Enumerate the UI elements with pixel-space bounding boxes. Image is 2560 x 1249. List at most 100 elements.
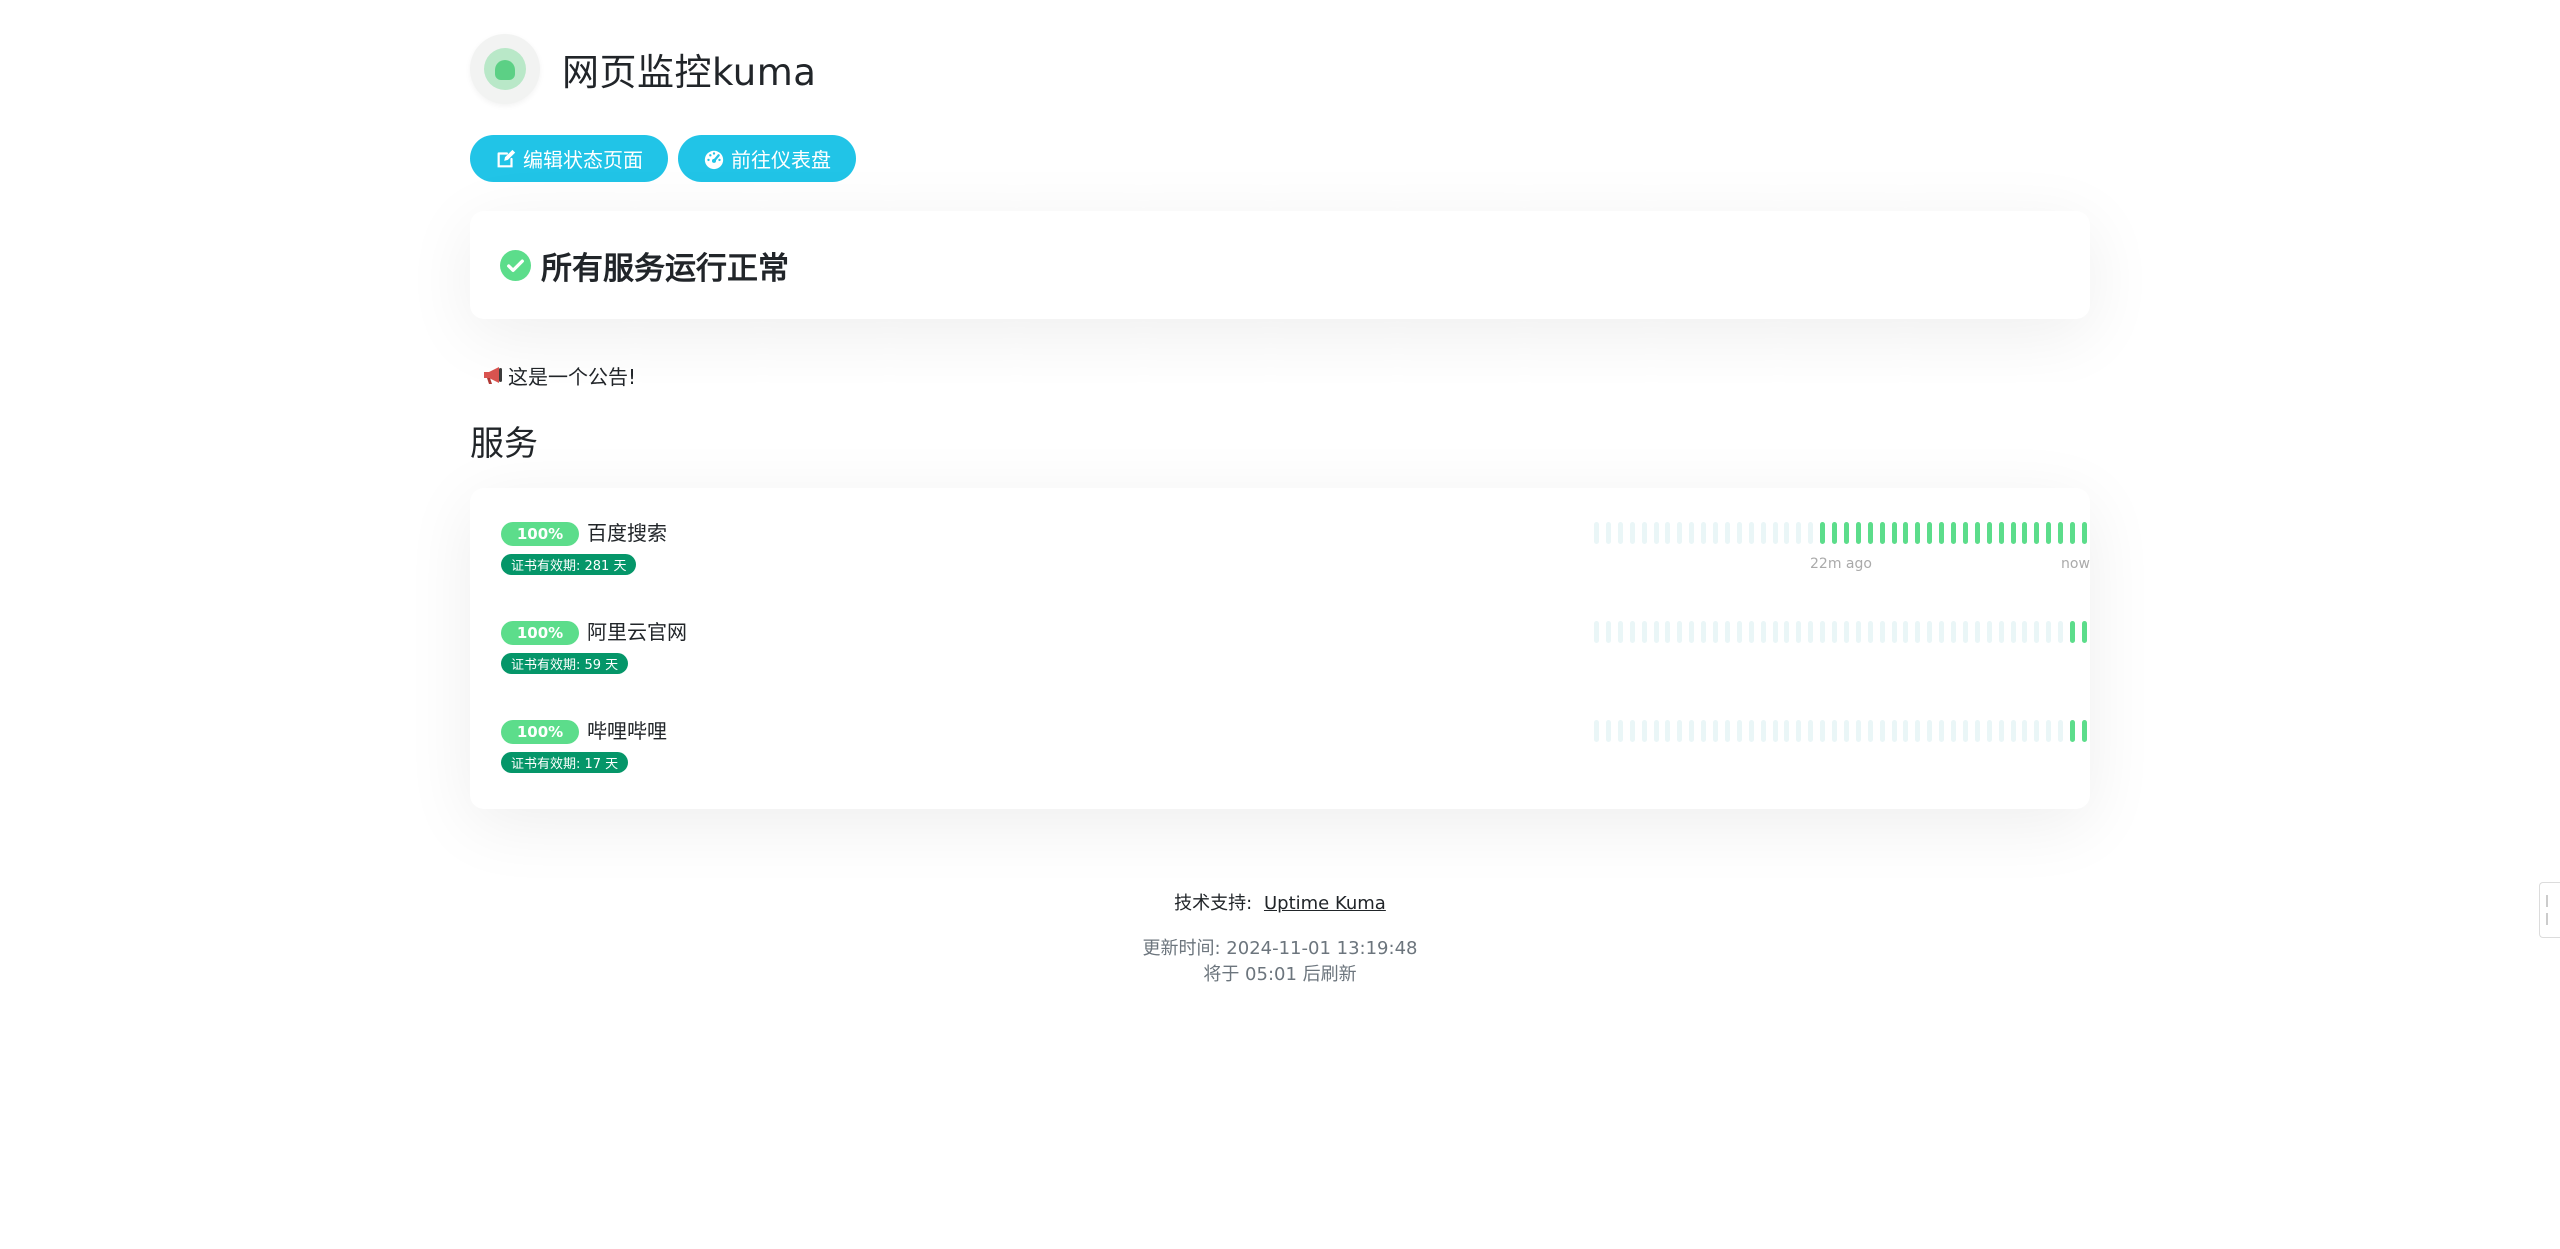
- heartbeat-empty: [1617, 720, 1623, 742]
- heartbeat-empty: [1629, 720, 1635, 742]
- heartbeat-empty: [1594, 621, 1599, 643]
- uptime-badge: 100%: [501, 522, 579, 546]
- heartbeat-empty: [1689, 720, 1695, 742]
- service-row[interactable]: 100% 阿里云官网 证书有效期: 59 天: [501, 587, 2087, 674]
- heartbeat-empty: [1641, 522, 1647, 544]
- heartbeat-empty: [1748, 522, 1754, 544]
- heartbeat-empty: [1689, 621, 1695, 643]
- cert-expiry-badge: 证书有效期: 17 天: [501, 752, 629, 773]
- heartbeat-up: [1986, 522, 1992, 544]
- powered-by-label: 技术支持:: [1174, 893, 1253, 914]
- heartbeat-empty: [1748, 720, 1754, 742]
- heartbeat-empty: [1736, 720, 1742, 742]
- heartbeat-empty: [1808, 522, 1814, 544]
- services-section-title: 服务: [470, 424, 538, 464]
- heartbeat-empty: [1701, 720, 1707, 742]
- heartbeat-empty: [1701, 621, 1707, 643]
- heartbeat-empty: [1617, 621, 1623, 643]
- heartbeat-empty: [1927, 621, 1933, 643]
- heartbeat-empty: [1867, 720, 1873, 742]
- heartbeat-empty: [1939, 720, 1945, 742]
- heartbeat-empty: [1724, 522, 1730, 544]
- heartbeat-up: [1891, 522, 1897, 544]
- overall-status-text: 所有服务运行正常: [541, 250, 789, 287]
- service-row[interactable]: 100% 哔哩哔哩 证书有效期: 17 天: [501, 686, 2087, 773]
- heartbeat-empty: [1808, 720, 1814, 742]
- heartbeat-empty: [2058, 621, 2064, 643]
- heartbeat-empty: [1665, 522, 1671, 544]
- heartbeat-empty: [1689, 522, 1695, 544]
- heartbeat-empty: [1605, 621, 1611, 643]
- heartbeat-empty: [1605, 720, 1611, 742]
- heartbeat-empty: [1594, 522, 1599, 544]
- heartbeat-empty: [2022, 720, 2028, 742]
- heartbeat-empty: [1641, 720, 1647, 742]
- heartbeat-up: [1915, 522, 1921, 544]
- heartbeat-empty: [2046, 621, 2052, 643]
- heartbeat-empty: [1998, 621, 2004, 643]
- heartbeat-empty: [1951, 621, 1956, 643]
- heartbeat-empty: [1665, 720, 1671, 742]
- heartbeat-up: [2058, 522, 2064, 544]
- heartbeat-empty: [1879, 720, 1885, 742]
- heartbeat-empty: [1701, 522, 1707, 544]
- heartbeat-empty: [1962, 621, 1968, 643]
- service-name: 阿里云官网: [587, 620, 687, 644]
- heartbeat-empty: [2010, 621, 2016, 643]
- side-drag-handle[interactable]: [2539, 882, 2560, 938]
- heartbeat-empty: [1986, 621, 1992, 643]
- heartbeat-empty: [1629, 522, 1635, 544]
- edit-status-page-button[interactable]: 编辑状态页面: [470, 135, 668, 182]
- heartbeat-empty: [1796, 621, 1802, 643]
- heartbeat-empty: [1772, 522, 1778, 544]
- heartbeat-up: [1962, 522, 1968, 544]
- service-row[interactable]: 100% 百度搜索 证书有效期: 281 天 22m ago now: [501, 488, 2090, 575]
- heartbeat-empty: [1855, 621, 1861, 643]
- heartbeat-up: [2034, 522, 2040, 544]
- uptime-kuma-link[interactable]: Uptime Kuma: [1264, 893, 1386, 914]
- heartbeat-empty: [1641, 621, 1647, 643]
- heartbeat-empty: [1951, 720, 1956, 742]
- heartbeat-empty: [2034, 720, 2040, 742]
- heartbeat-up: [2010, 522, 2016, 544]
- heartbeat-up: [2070, 720, 2075, 742]
- last-updated-text: 更新时间: 2024-11-01 13:19:48: [1142, 938, 1418, 959]
- heartbeat-bar: [1594, 621, 2087, 643]
- heartbeat-up: [2081, 621, 2087, 643]
- heartbeat-empty: [1903, 720, 1909, 742]
- gauge-icon: [704, 150, 724, 169]
- heartbeat-up: [1998, 522, 2004, 544]
- heartbeat-empty: [1832, 720, 1837, 742]
- heartbeat-empty: [1677, 621, 1683, 643]
- heartbeat-empty: [1891, 720, 1897, 742]
- heartbeat-empty: [1760, 522, 1766, 544]
- uptime-kuma-logo-icon: [470, 34, 540, 104]
- go-to-dashboard-button[interactable]: 前往仪表盘: [678, 135, 856, 182]
- heartbeat-empty: [2034, 621, 2040, 643]
- heartbeat-empty: [1939, 621, 1945, 643]
- heartbeat-empty: [1772, 621, 1778, 643]
- announcement-text: 这是一个公告!: [508, 364, 637, 389]
- heartbeat-empty: [1808, 621, 1814, 643]
- heartbeat-empty: [1665, 621, 1671, 643]
- heartbeat-empty: [1986, 720, 1992, 742]
- heartbeat-up: [2046, 522, 2052, 544]
- heartbeat-up: [2081, 522, 2087, 544]
- heartbeat-empty: [1594, 720, 1599, 742]
- heartbeat-empty: [1784, 522, 1790, 544]
- megaphone-icon: [484, 367, 502, 384]
- heartbeat-empty: [1843, 621, 1849, 643]
- heartbeat-up: [2022, 522, 2028, 544]
- heartbeat-empty: [1736, 522, 1742, 544]
- heartbeat-empty: [1867, 621, 1873, 643]
- service-name: 百度搜索: [587, 521, 667, 545]
- service-name: 哔哩哔哩: [587, 719, 667, 743]
- heartbeat-up: [2070, 522, 2075, 544]
- heartbeat-empty: [1713, 522, 1718, 544]
- heartbeat-bar: [1594, 522, 2087, 544]
- heartbeat-empty: [1784, 621, 1790, 643]
- heartbeat-empty: [1998, 720, 2004, 742]
- heartbeat-empty: [1891, 621, 1897, 643]
- heartbeat-empty: [1724, 621, 1730, 643]
- page-title: 网页监控kuma: [562, 51, 817, 94]
